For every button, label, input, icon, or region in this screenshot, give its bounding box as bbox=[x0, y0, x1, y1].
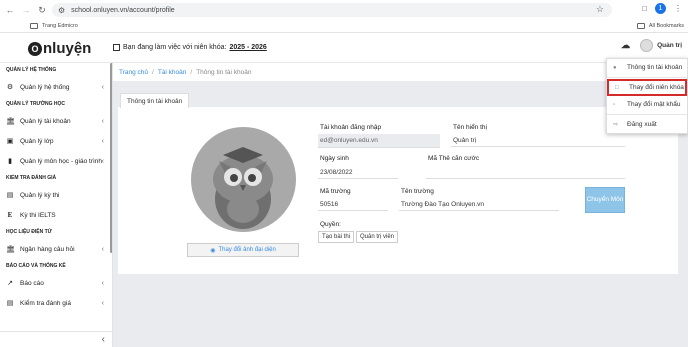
gear-icon: ⚙ bbox=[6, 84, 14, 91]
sidebar-collapse-button[interactable]: ‹ bbox=[0, 331, 112, 347]
owl-avatar-icon bbox=[213, 147, 273, 229]
site-settings-icon[interactable]: ⚙ bbox=[58, 6, 65, 15]
chart-icon: ↗ bbox=[7, 280, 13, 287]
menu-item-change-school-year[interactable]: □ Thay đổi niên khóa bbox=[607, 79, 687, 96]
bank-icon: 🏛 bbox=[6, 118, 15, 125]
change-photo-button[interactable]: ◉ Thay đổi ảnh đại diện bbox=[187, 243, 299, 257]
id-card-field[interactable] bbox=[426, 167, 625, 179]
sidebar-section-title: QUẢN LÝ TRƯỜNG HỌC bbox=[6, 101, 65, 107]
id-card-label: Mã Thẻ căn cước bbox=[428, 155, 480, 162]
user-name[interactable]: Quản trị bbox=[657, 42, 682, 49]
bookmark-star-icon[interactable]: ☆ bbox=[596, 4, 604, 15]
chevron-left-icon: ‹ bbox=[101, 157, 104, 165]
document-icon: ▤ bbox=[6, 192, 14, 199]
forward-icon[interactable]: → bbox=[20, 5, 32, 15]
chevron-left-icon: ‹ bbox=[101, 334, 105, 345]
folder-icon bbox=[30, 23, 38, 29]
sidebar-item-subjects[interactable]: ▮ Quản lý môn học - giáo trình ‹ bbox=[0, 151, 112, 171]
url-text: school.onluyen.vn/account/profile bbox=[71, 6, 175, 14]
chevron-left-icon: ‹ bbox=[101, 137, 104, 145]
user-icon: ● bbox=[613, 64, 617, 71]
tab-strip: Thông tin tài khoản bbox=[118, 92, 678, 108]
sidebar-section-title: HỌC LIỆU ĐIỆN TỬ bbox=[6, 229, 52, 235]
school-code-label: Mã trường bbox=[320, 188, 351, 195]
browser-toolbar: ← → ↻ ⚙ school.onluyen.vn/account/profil… bbox=[0, 0, 688, 20]
book-icon: ▮ bbox=[8, 158, 12, 165]
breadcrumb-account[interactable]: Tài khoản bbox=[158, 69, 187, 76]
user-area[interactable]: ☁ Quản trị bbox=[621, 39, 682, 52]
breadcrumb-current: Thông tin tài khoản bbox=[196, 68, 252, 76]
chevron-left-icon: ‹ bbox=[101, 117, 104, 125]
school-name-field[interactable]: Trường Đào Tạo Onluyen.vn bbox=[399, 199, 559, 211]
avatar-photo bbox=[191, 127, 296, 232]
school-year-note: Bạn đang làm việc với niên khóa: 2025 - … bbox=[113, 44, 267, 51]
main-content: Trang chủ / Tài khoản / Thông tin tài kh… bbox=[113, 63, 688, 347]
chevron-left-icon: ‹ bbox=[101, 299, 104, 307]
dob-field[interactable]: 23/08/2022 bbox=[318, 167, 398, 179]
desktop-icon: ▣ bbox=[6, 138, 14, 145]
sidebar-item-accounts[interactable]: 🏛 Quản lý tài khoản ‹ bbox=[0, 111, 112, 131]
address-bar[interactable]: ⚙ school.onluyen.vn/account/profile ☆ bbox=[52, 3, 612, 17]
school-year-link[interactable]: 2025 - 2026 bbox=[229, 44, 266, 51]
menu-item-change-password[interactable]: ▫ Thay đổi mật khẩu bbox=[607, 96, 687, 113]
profile-icon[interactable]: 1 bbox=[655, 3, 666, 14]
login-label: Tài khoản đăng nhập bbox=[320, 124, 382, 131]
avatar[interactable] bbox=[640, 39, 654, 52]
role-chip: Quản trị viên bbox=[356, 231, 399, 243]
back-icon[interactable]: ← bbox=[4, 5, 16, 15]
school-name-label: Tên trường bbox=[401, 188, 434, 195]
tab-account-info[interactable]: Thông tin tài khoản bbox=[120, 93, 190, 108]
profile-card: Thông tin tài khoản ◉ Thay đổi ảnh đại d… bbox=[118, 92, 678, 274]
sidebar-item-classes[interactable]: ▣ Quản lý lớp ‹ bbox=[0, 131, 112, 151]
role-chip: Tạo bài thi bbox=[318, 231, 355, 243]
sidebar-section-title: BÁO CÁO VÀ THỐNG KÊ bbox=[6, 263, 66, 269]
camera-icon: ◉ bbox=[210, 247, 216, 254]
chevron-left-icon: ‹ bbox=[101, 279, 104, 287]
bank-icon: 🏛 bbox=[6, 246, 15, 253]
sidebar-item-reports[interactable]: ↗ Báo cáo ‹ bbox=[0, 273, 112, 293]
calendar-icon: □ bbox=[615, 84, 619, 91]
reload-icon[interactable]: ↻ bbox=[36, 5, 48, 16]
switch-subject-button[interactable]: Chuyển Môn bbox=[585, 187, 625, 213]
sidebar-section-title: KIỂM TRA ĐÁNH GIÁ bbox=[6, 175, 57, 181]
sidebar-item-ielts[interactable]: E Kỳ thi IELTS bbox=[0, 205, 112, 225]
all-bookmarks[interactable]: All Bookmarks bbox=[649, 23, 684, 29]
display-name-field[interactable]: Quản trị bbox=[451, 135, 625, 147]
sidebar-item-exams[interactable]: ▤ Quản lý kỳ thi bbox=[0, 185, 112, 205]
menu-icon[interactable]: ⋮ bbox=[674, 4, 682, 13]
menu-item-account-info[interactable]: ● Thông tin tài khoản bbox=[607, 59, 687, 76]
login-field: ed@onluyen.edu.vn bbox=[318, 134, 440, 148]
bookmark-item[interactable]: Trang Edmicro bbox=[42, 23, 78, 29]
breadcrumb: Trang chủ / Tài khoản / Thông tin tài kh… bbox=[113, 63, 688, 81]
roles-label: Quyền: bbox=[320, 221, 341, 228]
breadcrumb-home[interactable]: Trang chủ bbox=[119, 69, 148, 76]
sidebar: QUẢN LÝ HỆ THỐNG ⚙ Quản lý hệ thống ‹ QU… bbox=[0, 63, 113, 347]
bookmarks-bar: Trang Edmicro All Bookmarks bbox=[0, 20, 688, 33]
display-name-label: Tên hiển thị bbox=[453, 124, 487, 131]
logo[interactable]: O nluyện bbox=[28, 40, 91, 57]
folder-icon bbox=[636, 23, 645, 29]
app-header: O nluyện Bạn đang làm việc với niên khóa… bbox=[0, 33, 688, 63]
logout-icon: ⇨ bbox=[613, 122, 619, 128]
chevron-left-icon: ‹ bbox=[101, 245, 104, 253]
calendar-icon bbox=[113, 44, 120, 51]
letter-e-icon: E bbox=[7, 211, 13, 219]
user-dropdown-menu: ● Thông tin tài khoản □ Thay đổi niên kh… bbox=[606, 58, 688, 134]
chevron-left-icon: ‹ bbox=[101, 83, 104, 91]
logo-owl-icon: O bbox=[28, 41, 42, 56]
cloud-download-icon[interactable]: ☁ bbox=[621, 40, 630, 51]
school-code-field[interactable]: 50516 bbox=[318, 199, 388, 211]
dob-label: Ngày sinh bbox=[320, 155, 349, 162]
sidebar-item-system[interactable]: ⚙ Quản lý hệ thống ‹ bbox=[0, 77, 112, 97]
sidebar-item-question-bank[interactable]: 🏛 Ngân hàng câu hỏi ‹ bbox=[0, 239, 112, 259]
extensions-icon[interactable]: □ bbox=[642, 4, 647, 13]
sidebar-section-title: QUẢN LÝ HỆ THỐNG bbox=[6, 67, 57, 73]
sidebar-item-assessment[interactable]: ▤ Kiểm tra đánh giá ‹ bbox=[0, 293, 112, 313]
menu-item-logout[interactable]: ⇨ Đăng xuất bbox=[607, 116, 687, 133]
lock-icon: ▫ bbox=[613, 101, 616, 108]
document-icon: ▤ bbox=[6, 300, 14, 307]
